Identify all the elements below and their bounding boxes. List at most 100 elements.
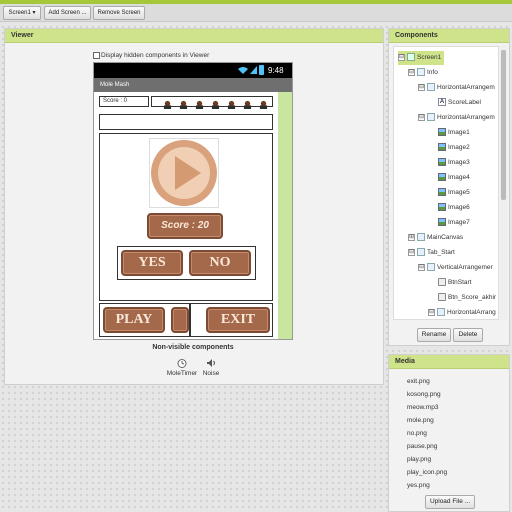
media-file[interactable]: pause.png [407,440,437,453]
media-file[interactable]: play_icon.png [407,466,447,479]
tree-item-info[interactable]: ⊟ Info [408,66,438,80]
play-button[interactable]: PLAY [103,307,165,333]
wifi-icon [238,67,248,74]
tree-item-label: ScoreLabel [448,99,481,106]
arrangement-icon [437,308,445,317]
tree-item-label: MainCanvas [427,234,464,241]
rename-button[interactable]: Rename [417,328,451,342]
button-icon [438,278,446,287]
remove-screen-button[interactable]: Remove Screen [93,6,145,20]
tree-item-horizontalarrangement[interactable]: ⊟ HorizontalArrangem [418,111,495,125]
pause-button[interactable] [171,307,189,333]
mole-image-1 [163,100,172,109]
yes-button[interactable]: YES [121,250,183,276]
exit-button[interactable]: EXIT [206,307,270,333]
tree-item-label: Screen1 [417,54,442,61]
canvas-icon [417,233,425,242]
delete-button[interactable]: Delete [453,328,483,342]
media-file[interactable]: meow.mp3 [407,401,438,414]
add-screen-button[interactable]: Add Screen ... [44,6,91,20]
screen-icon [407,53,415,62]
label-icon: A [438,98,446,107]
collapse-icon[interactable]: ⊟ [418,83,425,91]
phone-scroll-area [278,92,292,339]
hidden-components-toggle[interactable]: Display hidden components in Viewer [93,51,293,61]
tree-item-btn-score-akhir[interactable]: Btn_Score_akhir [438,291,496,305]
tree-item-label: Image1 [448,129,470,136]
tree-item-screen1[interactable]: ⊟ Screen1 [398,51,445,65]
divider [189,304,191,336]
tree-item-image2[interactable]: Image2 [438,141,470,155]
media-panel: Media exit.png kosong.png meow.mp3 mole.… [388,354,510,512]
no-button[interactable]: NO [189,250,251,276]
tree-item-image7[interactable]: Image7 [438,216,470,230]
tree-item-label: HorizontalArrangem [437,114,495,121]
collapse-icon[interactable]: ⊟ [398,53,405,61]
media-header: Media [389,355,509,369]
collapse-icon[interactable]: ⊟ [408,248,415,256]
tree-item-tab-start[interactable]: ⊟ Tab_Start [408,246,455,260]
collapse-icon[interactable]: ⊟ [408,68,415,76]
media-file[interactable]: yes.png [407,479,430,492]
tree-item-label: Info [427,69,438,76]
tree-item-image4[interactable]: Image4 [438,171,470,185]
scrollbar-thumb[interactable] [501,50,506,200]
tree-item-image1[interactable]: Image1 [438,126,470,140]
mole-images-row [151,96,273,109]
arrangement-icon [417,68,425,77]
image-icon [438,128,446,137]
components-panel: Components ⊟ Screen1 ⊟ Info ⊟ HorizontalArr… [388,28,510,346]
tree-item-image5[interactable]: Image5 [438,186,470,200]
tree-item-label: Image4 [448,174,470,181]
tree-item-label: Image3 [448,159,470,166]
tree-item-maincanvas[interactable]: ⊞ MainCanvas [408,231,463,245]
tree-item-label: HorizontalArrangem [437,84,495,91]
components-scrollbar[interactable] [500,46,507,320]
media-file[interactable]: exit.png [407,375,430,388]
noise-label: Noise [202,370,220,377]
mole-image-7 [259,100,268,109]
media-file[interactable]: no.png [407,427,427,440]
media-file[interactable]: kosong.png [407,388,441,401]
screen-select-dropdown[interactable]: Screen1 ▾ [3,6,41,20]
image-icon [438,158,446,167]
upload-file-button[interactable]: Upload File ... [425,495,475,509]
tree-item-label: Image2 [448,144,470,151]
clock: 9:48 [268,66,284,75]
tree-item-label: Image5 [448,189,470,196]
score-label: Score : 0 [99,96,149,107]
mole-image-6 [243,100,252,109]
tree-item-horizontalarrangement[interactable]: ⊟ HorizontalArrang [428,306,496,319]
tree-item-verticalarrangement[interactable]: ⊟ VerticalArrangemer [418,261,493,275]
tree-item-scorelabel[interactable]: A ScoreLabel [438,96,481,110]
tree-item-image6[interactable]: Image6 [438,201,470,215]
collapse-icon[interactable]: ⊟ [428,308,435,316]
components-tree: ⊟ Screen1 ⊟ Info ⊟ HorizontalArrangem A Scor… [393,46,499,320]
play-icon[interactable] [149,138,219,208]
mole-image-5 [227,100,236,109]
image-icon [438,173,446,182]
main-canvas[interactable] [99,114,273,130]
tree-item-label: HorizontalArrang [447,309,496,316]
nonvisible-title: Non-visible components [152,344,234,351]
tree-item-label: Image6 [448,204,470,211]
arrangement-icon [427,113,435,122]
mole-image-4 [211,100,220,109]
arrangement-icon [427,83,435,92]
media-file[interactable]: play.png [407,453,431,466]
media-file[interactable]: mole.png [407,414,434,427]
app-title-bar: Mole Mash [94,78,292,92]
tree-item-btnstart[interactable]: BtnStart [438,276,471,290]
sound-icon [206,358,216,368]
bottom-buttons-arrangement: PLAY EXIT [99,303,273,337]
collapse-icon[interactable]: ⊟ [418,263,425,271]
tree-item-image3[interactable]: Image3 [438,156,470,170]
collapse-icon[interactable]: ⊟ [418,113,425,121]
arrangement-icon [427,263,435,272]
score-button[interactable]: Score : 20 [147,213,223,239]
signal-icon [250,66,257,74]
tree-item-horizontalarrangement[interactable]: ⊟ HorizontalArrangem [418,81,495,95]
expand-icon[interactable]: ⊞ [408,233,415,241]
mole-image-2 [179,100,188,109]
hidden-components-checkbox[interactable] [93,51,100,59]
